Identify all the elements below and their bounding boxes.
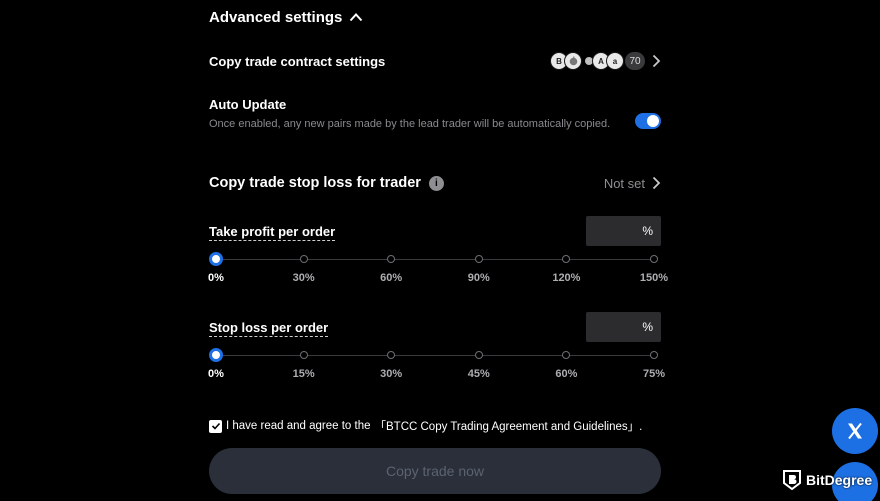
slider-handle[interactable] xyxy=(209,252,223,266)
slider-tick[interactable] xyxy=(387,255,396,263)
slider-tick[interactable] xyxy=(650,351,658,359)
slider-tick[interactable] xyxy=(562,255,571,263)
slider-tick[interactable] xyxy=(474,351,483,359)
stop-loss-slider[interactable]: 0% 15% 30% 45% 60% 75% xyxy=(208,348,665,388)
advanced-settings-toggle[interactable]: Advanced settings xyxy=(209,7,363,27)
slider-tick[interactable] xyxy=(299,351,308,359)
chevron-up-icon xyxy=(350,13,363,22)
info-icon[interactable]: i xyxy=(428,175,444,191)
advanced-settings-title: Advanced settings xyxy=(209,8,343,26)
slider-tick[interactable] xyxy=(650,255,658,263)
coin-icons: B A a 70 xyxy=(550,52,661,70)
auto-update-title: Auto Update xyxy=(209,97,287,112)
chevron-right-icon xyxy=(652,176,661,190)
bitdegree-text: BitDegree xyxy=(806,472,873,488)
slider-tick-label: 60% xyxy=(380,272,403,284)
slider-tick-label: 30% xyxy=(380,368,403,380)
slider-tick-label: 90% xyxy=(467,272,490,284)
slider-tick-label: 0% xyxy=(208,272,224,284)
take-profit-unit: % xyxy=(642,224,653,238)
stop-loss-input[interactable]: % xyxy=(586,312,661,342)
trader-stop-loss-value: Not set xyxy=(603,175,645,191)
amazon-icon: a xyxy=(606,52,624,70)
trader-stop-loss-row: Copy trade stop loss for trader i Not se… xyxy=(209,171,661,195)
x-logo-icon xyxy=(848,422,862,440)
stop-loss-unit: % xyxy=(642,320,653,334)
slider-tick-label: 60% xyxy=(555,368,578,380)
slider-tick[interactable] xyxy=(562,351,571,359)
slider-tick-label: 75% xyxy=(642,368,666,380)
slider-tick-label: 150% xyxy=(639,272,669,284)
chevron-right-icon xyxy=(652,54,661,68)
bitdegree-watermark: BitDegree xyxy=(782,469,872,491)
slider-tick[interactable] xyxy=(474,255,483,263)
slider-track xyxy=(216,259,654,260)
slider-tick-label: 15% xyxy=(292,368,315,380)
slider-tick[interactable] xyxy=(387,351,396,359)
agreement-checkbox[interactable] xyxy=(209,419,222,433)
bitdegree-logo-icon xyxy=(783,470,801,491)
slider-handle[interactable] xyxy=(209,348,223,362)
take-profit-label[interactable]: Take profit per order xyxy=(209,224,336,241)
trader-stop-loss-title: Copy trade stop loss for trader xyxy=(209,175,421,191)
auto-update-description: Once enabled, any new pairs made by the … xyxy=(209,118,611,130)
stop-loss-label[interactable]: Stop loss per order xyxy=(209,320,329,337)
take-profit-input[interactable]: % xyxy=(586,216,661,246)
agreement-row: I have read and agree to the 「BTCC Copy … xyxy=(209,418,642,434)
contract-settings-row[interactable]: Copy trade contract settings B A a 70 xyxy=(209,50,661,72)
trader-stop-loss-value-button[interactable]: Not set xyxy=(604,176,661,191)
more-coins-badge: 70 xyxy=(625,52,645,70)
checkmark-icon xyxy=(211,422,220,430)
slider-tick[interactable] xyxy=(299,255,308,263)
apple-icon xyxy=(564,52,582,70)
take-profit-slider[interactable]: 0% 30% 60% 90% 120% 150% xyxy=(208,252,668,292)
slider-track xyxy=(216,355,654,356)
slider-tick-label: 0% xyxy=(208,368,224,380)
agreement-link[interactable]: 「BTCC Copy Trading Agreement and Guideli… xyxy=(375,418,643,434)
slider-tick-label: 30% xyxy=(292,272,315,284)
copy-trade-settings-panel: Advanced settings Copy trade contract se… xyxy=(208,0,668,501)
copy-trade-now-button[interactable]: Copy trade now xyxy=(209,448,661,494)
auto-update-toggle[interactable] xyxy=(635,113,661,129)
slider-tick-label: 45% xyxy=(467,368,490,380)
slider-tick-label: 120% xyxy=(552,272,581,284)
agreement-text: I have read and agree to the xyxy=(226,420,371,432)
toggle-knob xyxy=(647,115,659,127)
contract-settings-label: Copy trade contract settings xyxy=(209,53,386,69)
x-share-button[interactable] xyxy=(832,408,878,454)
